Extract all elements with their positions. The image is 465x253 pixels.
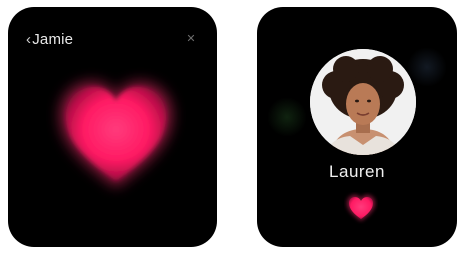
close-icon[interactable]: ✕: [185, 33, 197, 45]
contact-title: Jamie: [32, 31, 74, 48]
chevron-left-icon[interactable]: ‹: [26, 31, 31, 48]
contact-name: Lauren: [329, 162, 385, 181]
header-title[interactable]: ‹Jamie: [26, 31, 73, 48]
contact-photo: [310, 49, 416, 155]
contact-avatar[interactable]: [310, 49, 416, 155]
watch-screen-contact: Lauren: [257, 7, 457, 247]
send-heart-icon[interactable]: [344, 192, 378, 224]
watch-screen-heartbeat: ‹Jamie ✕: [8, 7, 217, 247]
heartbeat-heart-icon[interactable]: [46, 65, 186, 200]
